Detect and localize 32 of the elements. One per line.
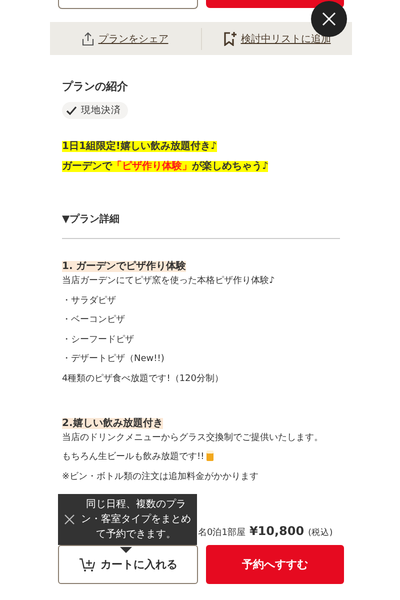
body-text: ※ビン・ボトル類の注文は追加料金がかかります [62,470,259,483]
share-link[interactable]: プランをシェア [98,32,168,46]
beer-icon [206,450,216,462]
body-text: もちろん生ビールも飲み放題です!! [62,450,204,464]
tag-label: 現地決済 [81,104,121,117]
body-text: 当店のドリンクメニューからグラス交換制でご提供いたします。 [62,432,323,444]
body-text: ・サラダピザ [62,294,116,307]
price: ¥10,800 [249,524,304,538]
section-title: プランの紹介 [62,79,129,94]
bookmark-plus-icon [222,31,237,46]
body-text: ・デザートピザ（New!!) [62,352,164,366]
reserve-button[interactable]: 予約へすすむ [206,545,344,584]
highlight-text: ガーデンで「ピザ作り体験」が楽しめちゃう♪ [62,161,268,172]
tooltip-pointer [120,547,132,553]
close-icon[interactable] [64,514,75,525]
check-icon [66,106,77,115]
body-text: 当店ガーデンにてピザ窯を使った本格ピザ作り体験♪ [62,274,275,287]
add-to-cart-button[interactable]: カートに入れる [58,545,198,584]
share-icon [82,32,94,46]
body-text: ・シーフードピザ [62,334,134,346]
subsection-heading: 2.嬉しい飲み放題付き [62,418,163,429]
subsection-heading: 1. ガーデンでピザ作り体験 [62,261,186,272]
tooltip-text: 同じ日程、複数のプラン・客室タイプをまとめて予約できます。 [81,498,191,542]
cart-icon [78,558,96,572]
body-text: 4種類のピザ食べ放題です!（120分制） [62,372,224,385]
partial-button[interactable] [58,0,198,9]
close-icon [322,12,336,26]
tax-note: (税込) [308,527,333,540]
highlight-text: 1日1組限定!嬉しい飲み放題付き♪ [62,141,217,152]
body-text: ・ベーコンピザ [62,314,125,326]
details-heading: ▼プラン詳細 [62,212,121,226]
plan-conditions: 名0泊1部屋 [198,526,246,540]
